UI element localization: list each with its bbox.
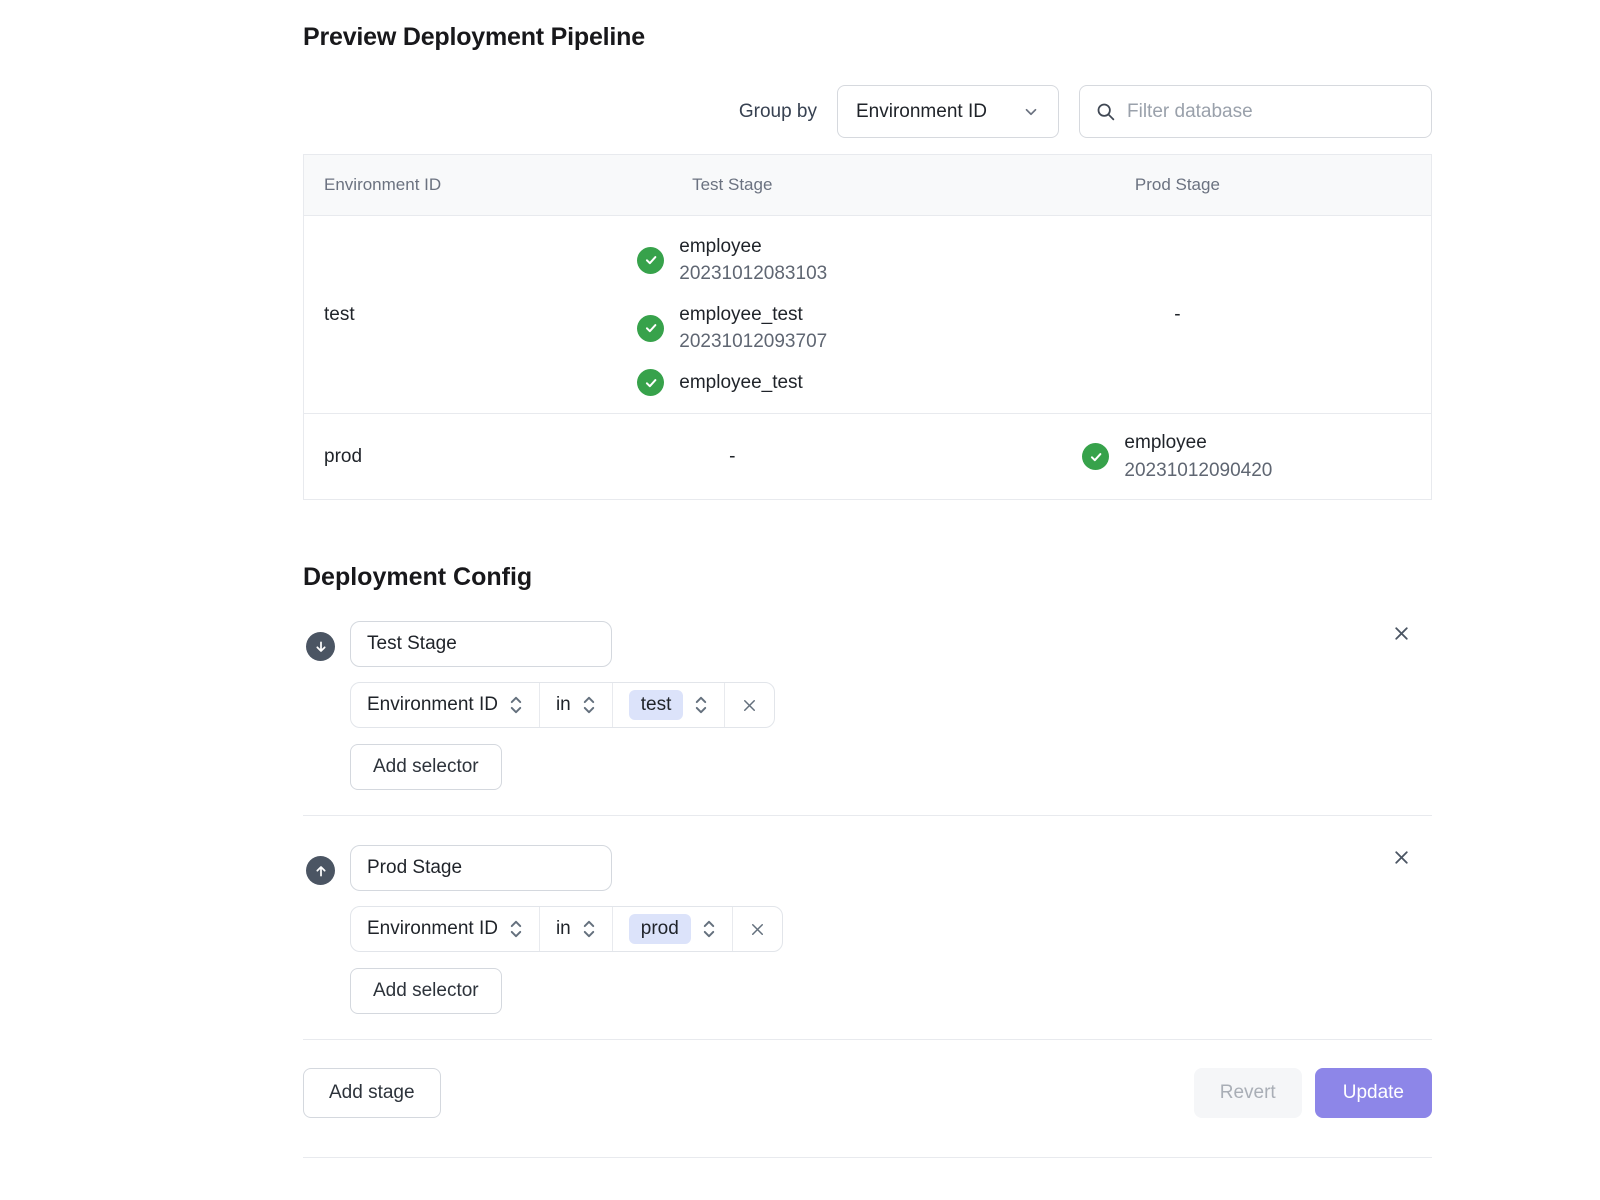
selector-value-select[interactable]: prod bbox=[612, 907, 732, 951]
selector-row: Environment ID in prod bbox=[350, 906, 783, 952]
stage-title-input[interactable] bbox=[350, 621, 612, 667]
empty-stage-dash: - bbox=[1174, 304, 1180, 326]
add-selector-button[interactable]: Add selector bbox=[350, 744, 502, 790]
main-content: Preview Deployment Pipeline Group by Env… bbox=[303, 0, 1432, 1158]
selector-operator-select[interactable]: in bbox=[539, 683, 612, 727]
database-list: employee 20231012090420 bbox=[1082, 429, 1272, 484]
database-label: employee 20231012083103 bbox=[679, 233, 827, 288]
database-name: employee bbox=[1124, 429, 1272, 457]
stage-block-prod: Environment ID in prod bbox=[303, 845, 1432, 1014]
remove-stage-button[interactable] bbox=[1389, 845, 1414, 870]
search-icon bbox=[1095, 101, 1116, 122]
selector-field-value: Environment ID bbox=[367, 918, 498, 940]
stage-block-test: Environment ID in test bbox=[303, 621, 1432, 790]
test-stage-cell: employee 20231012083103 employee_test 20… bbox=[541, 233, 924, 397]
database-name: employee_test bbox=[679, 301, 827, 329]
database-version: 20231012083103 bbox=[679, 260, 827, 288]
add-selector-button[interactable]: Add selector bbox=[350, 968, 502, 1014]
updown-stepper-icon bbox=[509, 918, 523, 940]
database-version: 20231012093707 bbox=[679, 328, 827, 356]
updown-stepper-icon bbox=[582, 918, 596, 940]
revert-button[interactable]: Revert bbox=[1194, 1068, 1302, 1118]
deployment-config-heading: Deployment Config bbox=[303, 563, 1432, 592]
chevron-down-icon bbox=[1022, 103, 1040, 121]
column-header-environment: Environment ID bbox=[304, 175, 541, 195]
success-check-icon bbox=[637, 247, 664, 274]
group-by-selected-value: Environment ID bbox=[856, 101, 987, 123]
selector-operator-value: in bbox=[556, 918, 571, 940]
column-header-prod-stage: Prod Stage bbox=[924, 175, 1431, 195]
database-item: employee 20231012083103 bbox=[637, 233, 827, 288]
success-check-icon bbox=[637, 315, 664, 342]
database-list: employee 20231012083103 employee_test 20… bbox=[637, 233, 827, 397]
success-check-icon bbox=[637, 369, 664, 396]
selector-operator-select[interactable]: in bbox=[539, 907, 612, 951]
stage-title-input[interactable] bbox=[350, 845, 612, 891]
config-footer: Add stage Revert Update bbox=[303, 1068, 1432, 1118]
selector-field-select[interactable]: Environment ID bbox=[351, 683, 539, 727]
updown-stepper-icon bbox=[582, 694, 596, 716]
footer-top-divider bbox=[303, 1039, 1432, 1040]
group-by-select[interactable]: Environment ID bbox=[837, 85, 1059, 138]
updown-stepper-icon bbox=[694, 694, 708, 716]
prod-stage-cell: - bbox=[924, 304, 1431, 326]
selector-value-tag: prod bbox=[629, 914, 691, 944]
updown-stepper-icon bbox=[702, 918, 716, 940]
footer-actions: Revert Update bbox=[1194, 1068, 1432, 1118]
updown-stepper-icon bbox=[509, 694, 523, 716]
page-title: Preview Deployment Pipeline bbox=[303, 23, 1432, 52]
page-bottom-divider bbox=[303, 1157, 1432, 1158]
database-label: employee 20231012090420 bbox=[1124, 429, 1272, 484]
database-item: employee_test bbox=[637, 369, 803, 397]
empty-stage-dash: - bbox=[729, 446, 735, 468]
arrow-down-icon bbox=[306, 632, 335, 661]
arrow-up-icon bbox=[306, 856, 335, 885]
database-item: employee_test 20231012093707 bbox=[637, 301, 827, 356]
prod-stage-cell: employee 20231012090420 bbox=[924, 429, 1431, 484]
group-by-label: Group by bbox=[739, 101, 817, 123]
filter-database-input[interactable] bbox=[1127, 101, 1416, 123]
selector-operator-value: in bbox=[556, 694, 571, 716]
database-label: employee_test 20231012093707 bbox=[679, 301, 827, 356]
remove-selector-button[interactable] bbox=[732, 907, 782, 951]
selector-value-select[interactable]: test bbox=[612, 683, 725, 727]
table-row-prod: prod - employee 20231012090420 bbox=[304, 413, 1431, 499]
pipeline-preview-table: Environment ID Test Stage Prod Stage tes… bbox=[303, 154, 1432, 500]
selector-field-value: Environment ID bbox=[367, 694, 498, 716]
remove-stage-button[interactable] bbox=[1389, 621, 1414, 646]
environment-cell: test bbox=[304, 304, 541, 326]
update-button[interactable]: Update bbox=[1315, 1068, 1432, 1118]
pipeline-toolbar: Group by Environment ID bbox=[303, 85, 1432, 138]
stage-divider bbox=[303, 815, 1432, 816]
selector-row: Environment ID in test bbox=[350, 682, 775, 728]
database-name: employee_test bbox=[679, 369, 803, 397]
environment-cell: prod bbox=[304, 446, 541, 468]
selector-field-select[interactable]: Environment ID bbox=[351, 907, 539, 951]
database-name: employee bbox=[679, 233, 827, 261]
add-stage-button[interactable]: Add stage bbox=[303, 1068, 441, 1118]
test-stage-cell: - bbox=[541, 446, 924, 468]
selector-value-tag: test bbox=[629, 690, 684, 720]
filter-database-box bbox=[1079, 85, 1432, 138]
database-label: employee_test bbox=[679, 369, 803, 397]
column-header-test-stage: Test Stage bbox=[541, 175, 924, 195]
remove-selector-button[interactable] bbox=[724, 683, 774, 727]
database-version: 20231012090420 bbox=[1124, 457, 1272, 485]
table-row-test: test employee 20231012083103 bbox=[304, 215, 1431, 413]
table-header: Environment ID Test Stage Prod Stage bbox=[304, 155, 1431, 215]
success-check-icon bbox=[1082, 443, 1109, 470]
database-item: employee 20231012090420 bbox=[1082, 429, 1272, 484]
